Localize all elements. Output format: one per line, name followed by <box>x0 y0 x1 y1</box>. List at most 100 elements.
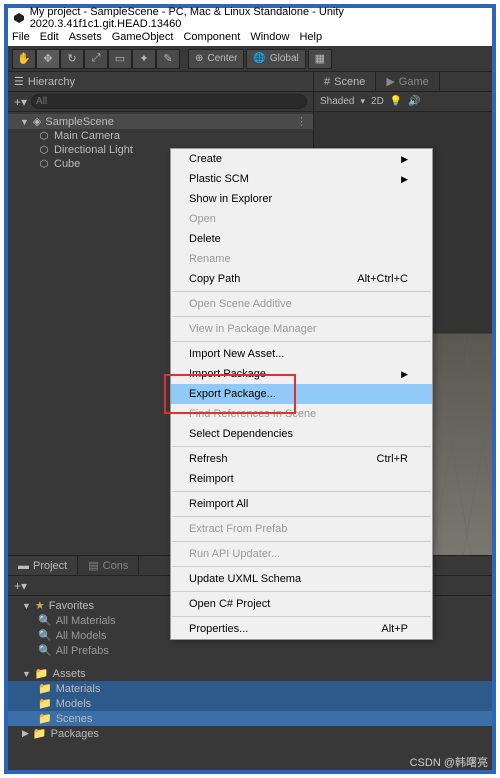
search-icon: 🔍 <box>38 629 52 642</box>
tab-scene[interactable]: # Scene <box>314 72 376 91</box>
menu-separator <box>172 291 431 292</box>
transform-tool-icon[interactable]: ✦ <box>132 49 156 69</box>
menu-item-label: Create <box>189 153 222 165</box>
menu-separator <box>172 541 431 542</box>
menu-item-label: Update UXML Schema <box>189 573 301 585</box>
folder-icon: 📁 <box>35 667 49 680</box>
menu-item-find-references-in-scene: Find References In Scene <box>171 404 432 424</box>
hierarchy-search-input[interactable] <box>31 94 307 109</box>
packages-header[interactable]: ▶ 📁 Packages <box>8 726 492 741</box>
tab-game[interactable]: ▶ Game <box>376 72 439 91</box>
menu-edit[interactable]: Edit <box>40 31 59 43</box>
gameobject-icon: ⬡ <box>38 144 50 156</box>
space-toggle[interactable]: 🌐 Global <box>246 49 305 69</box>
menu-separator <box>172 341 431 342</box>
menu-separator <box>172 616 431 617</box>
menu-item-label: Find References In Scene <box>189 408 316 420</box>
unity-scene-icon: ◈ <box>33 115 41 128</box>
asset-folder[interactable]: 📁 Models <box>8 696 492 711</box>
pivot-toggle[interactable]: ⊕ Center <box>188 49 244 69</box>
menu-item-label: Plastic SCM <box>189 173 249 185</box>
asset-folder[interactable]: 📁 Materials <box>8 681 492 696</box>
menu-separator <box>172 591 431 592</box>
menu-item-label: Select Dependencies <box>189 428 293 440</box>
hierarchy-item[interactable]: ⬡ Main Camera <box>8 129 313 143</box>
center-icon: ⊕ <box>195 53 203 64</box>
gameobject-icon: ⬡ <box>38 158 50 170</box>
menu-item-label: Refresh <box>189 453 228 465</box>
plus-icon[interactable]: +▾ <box>14 579 27 593</box>
snap-tool-icon[interactable]: ▦ <box>308 49 332 69</box>
scene-tab-icon: # <box>324 76 330 88</box>
menu-item-open-scene-additive: Open Scene Additive <box>171 294 432 314</box>
hierarchy-icon: ☰ <box>14 75 24 88</box>
custom-tool-icon[interactable]: ✎ <box>156 49 180 69</box>
submenu-arrow-icon: ▶ <box>401 369 408 380</box>
scene-menu-icon[interactable]: ⋮ <box>296 115 307 128</box>
chevron-down-icon: ▼ <box>20 117 29 127</box>
folder-icon: 📁 <box>38 682 52 695</box>
tab-console[interactable]: ▤ Cons <box>78 556 139 575</box>
hierarchy-tab[interactable]: ☰ Hierarchy <box>8 72 313 92</box>
menu-item-label: Reimport All <box>189 498 248 510</box>
folder-icon: 📁 <box>38 697 52 710</box>
menubar: File Edit Assets GameObject Component Wi… <box>8 28 492 46</box>
menu-shortcut: Alt+P <box>381 623 408 635</box>
hand-tool-icon[interactable]: ✋ <box>12 49 36 69</box>
shading-dropdown[interactable]: Shaded <box>320 96 354 107</box>
menu-item-show-in-explorer[interactable]: Show in Explorer <box>171 189 432 209</box>
menu-item-delete[interactable]: Delete <box>171 229 432 249</box>
menu-item-label: Open C# Project <box>189 598 270 610</box>
assets-header[interactable]: ▼ 📁 Assets <box>8 666 492 681</box>
submenu-arrow-icon: ▶ <box>401 154 408 165</box>
tab-project[interactable]: ▬ Project <box>8 556 78 575</box>
menu-separator <box>172 516 431 517</box>
menu-component[interactable]: Component <box>183 31 240 43</box>
menu-item-extract-from-prefab: Extract From Prefab <box>171 519 432 539</box>
star-icon: ★ <box>35 599 45 612</box>
menu-item-label: Delete <box>189 233 221 245</box>
menu-item-copy-path[interactable]: Copy PathAlt+Ctrl+C <box>171 269 432 289</box>
menu-item-update-uxml-schema[interactable]: Update UXML Schema <box>171 569 432 589</box>
menu-gameobject[interactable]: GameObject <box>112 31 174 43</box>
favorite-item[interactable]: 🔍 All Prefabs <box>8 643 492 658</box>
asset-folder[interactable]: 📁 Scenes <box>8 711 492 726</box>
menu-item-reimport-all[interactable]: Reimport All <box>171 494 432 514</box>
menu-item-run-api-updater-: Run API Updater... <box>171 544 432 564</box>
menu-item-properties-[interactable]: Properties...Alt+P <box>171 619 432 639</box>
menu-item-import-package[interactable]: Import Package ▶ <box>171 364 432 384</box>
menu-item-plastic-scm[interactable]: Plastic SCM▶ <box>171 169 432 189</box>
scale-tool-icon[interactable]: ⤢ <box>84 49 108 69</box>
menu-item-label: Copy Path <box>189 273 240 285</box>
menu-help[interactable]: Help <box>299 31 322 43</box>
menu-item-export-package-[interactable]: Export Package... <box>171 384 432 404</box>
menu-item-create[interactable]: Create ▶ <box>171 149 432 169</box>
rotate-tool-icon[interactable]: ↻ <box>60 49 84 69</box>
menu-file[interactable]: File <box>12 31 30 43</box>
folder-icon: 📁 <box>38 712 52 725</box>
lighting-icon[interactable]: 💡 <box>390 96 402 107</box>
menu-item-open-c-project[interactable]: Open C# Project <box>171 594 432 614</box>
move-tool-icon[interactable]: ✥ <box>36 49 60 69</box>
menu-separator <box>172 566 431 567</box>
menu-item-import-new-asset-[interactable]: Import New Asset... <box>171 344 432 364</box>
menu-item-select-dependencies[interactable]: Select Dependencies <box>171 424 432 444</box>
scene-row[interactable]: ▼ ◈ SampleScene ⋮ <box>8 114 313 129</box>
menu-item-label: Import New Asset... <box>189 348 284 360</box>
gameobject-icon: ⬡ <box>38 130 50 142</box>
2d-toggle[interactable]: 2D <box>371 96 384 107</box>
menu-item-refresh[interactable]: RefreshCtrl+R <box>171 449 432 469</box>
audio-icon[interactable]: 🔊 <box>408 96 420 107</box>
console-icon: ▤ <box>88 559 98 572</box>
plus-icon[interactable]: +▾ <box>14 95 27 109</box>
menu-separator <box>172 491 431 492</box>
menu-item-label: Run API Updater... <box>189 548 280 560</box>
search-icon: 🔍 <box>38 644 52 657</box>
menu-window[interactable]: Window <box>250 31 289 43</box>
unity-logo-icon <box>12 11 26 25</box>
rect-tool-icon[interactable]: ▭ <box>108 49 132 69</box>
menu-item-reimport[interactable]: Reimport <box>171 469 432 489</box>
menu-assets[interactable]: Assets <box>69 31 102 43</box>
menu-item-label: Import Package <box>189 368 266 380</box>
menu-item-label: Show in Explorer <box>189 193 272 205</box>
